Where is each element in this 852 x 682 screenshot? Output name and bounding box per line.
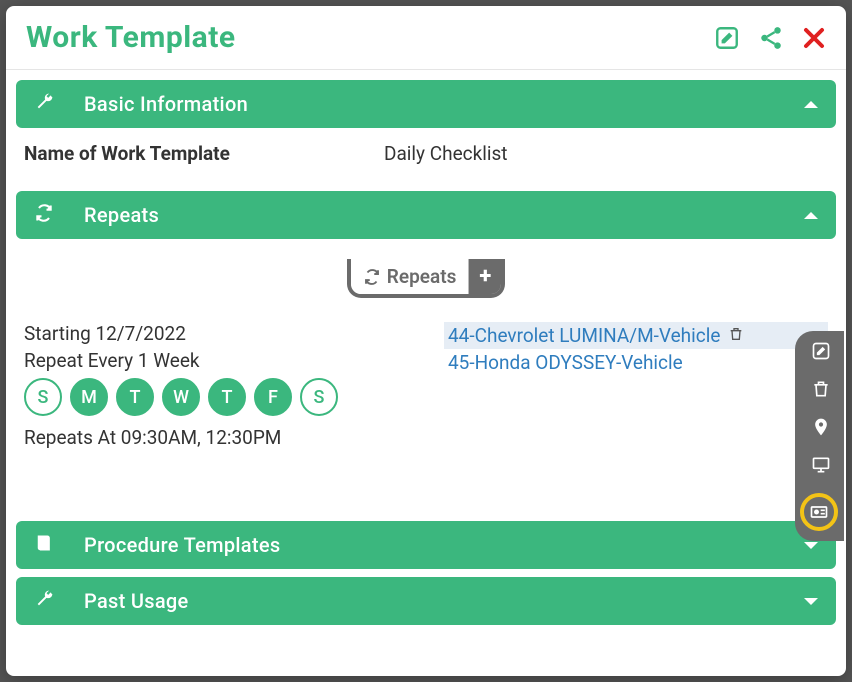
edit-button[interactable] [714,25,740,51]
starting-text: Starting 12/7/2022 [24,322,414,345]
section-repeats-content: Repeats + Starting 12/7/2022 Repeat Ever… [16,239,836,513]
chevron-down-icon [804,542,818,549]
repeat-every-text: Repeat Every 1 Week [24,349,414,372]
day-toggle[interactable]: T [208,378,246,416]
plus-icon: + [469,259,501,294]
vehicle-link[interactable]: 45-Honda ODYSSEY-Vehicle [448,351,683,374]
wrench-icon [34,92,54,116]
section-basic-head[interactable]: Basic Information [16,80,836,128]
modal-body: Basic Information Name of Work Template … [6,70,846,676]
chevron-down-icon [804,598,818,605]
close-icon [802,26,826,50]
section-basic-content: Name of Work Template Daily Checklist [16,128,836,183]
book-icon [34,533,54,557]
section-basic-information: Basic Information Name of Work Template … [16,80,836,183]
repeats-add-label-part: Repeats [351,259,470,294]
name-label: Name of Work Template [24,142,384,165]
section-basic-title: Basic Information [84,92,774,116]
chevron-up-icon [804,212,818,219]
section-procedure-templates: Procedure Templates [16,521,836,569]
day-selector: SMTWTFS [24,378,414,416]
schedule-row: Starting 12/7/2022 Repeat Every 1 Week S… [24,322,828,453]
work-template-modal: Work Template Basic Information [6,6,846,676]
vehicle-link[interactable]: 44-Chevrolet LUMINA/M-Vehicle [448,324,720,347]
day-toggle[interactable]: W [162,378,200,416]
section-past-usage: Past Usage [16,577,836,625]
pin-icon [811,417,831,437]
side-edit-button[interactable] [811,341,831,365]
side-display-button[interactable] [811,455,831,479]
side-toolbar [795,331,844,541]
name-row: Name of Work Template Daily Checklist [24,140,828,173]
day-toggle[interactable]: S [24,378,62,416]
day-toggle[interactable]: S [300,378,338,416]
modal-title: Work Template [26,20,714,55]
section-repeats-head[interactable]: Repeats [16,191,836,239]
monitor-icon [811,455,831,475]
name-value: Daily Checklist [384,142,508,165]
header-actions [714,25,826,51]
refresh-icon [363,268,381,286]
side-location-button[interactable] [811,417,831,441]
edit-icon [811,341,831,361]
edit-icon [714,25,740,51]
chevron-up-icon [804,101,818,108]
repeats-add-label: Repeats [387,265,457,288]
schedule-left: Starting 12/7/2022 Repeat Every 1 Week S… [24,322,414,453]
refresh-icon [34,203,54,227]
trash-icon [728,326,744,342]
vehicle-delete-button[interactable] [728,326,744,346]
side-delete-button[interactable] [811,379,831,403]
close-button[interactable] [802,26,826,50]
share-icon [758,25,784,51]
day-toggle[interactable]: M [70,378,108,416]
vehicle-item: 45-Honda ODYSSEY-Vehicle [444,349,828,376]
repeats-at-text: Repeats At 09:30AM, 12:30PM [24,426,414,449]
modal-header: Work Template [6,6,846,70]
section-past-head[interactable]: Past Usage [16,577,836,625]
section-procedures-head[interactable]: Procedure Templates [16,521,836,569]
vehicle-item: 44-Chevrolet LUMINA/M-Vehicle [444,322,828,349]
wrench-icon [34,589,54,613]
repeats-add-wrap: Repeats + [24,259,828,298]
section-repeats: Repeats Repeats + Starting 12/7/2022 [16,191,836,513]
day-toggle[interactable]: T [116,378,154,416]
id-card-icon [809,502,829,522]
section-repeats-title: Repeats [84,203,774,227]
repeats-add-button[interactable]: Repeats + [347,259,505,298]
trash-icon [811,379,831,399]
section-past-title: Past Usage [84,589,774,613]
share-button[interactable] [758,25,784,51]
side-id-button[interactable] [800,493,838,531]
section-procedures-title: Procedure Templates [84,533,774,557]
schedule-right: 44-Chevrolet LUMINA/M-Vehicle 45-Honda OD… [444,322,828,453]
day-toggle[interactable]: F [254,378,292,416]
